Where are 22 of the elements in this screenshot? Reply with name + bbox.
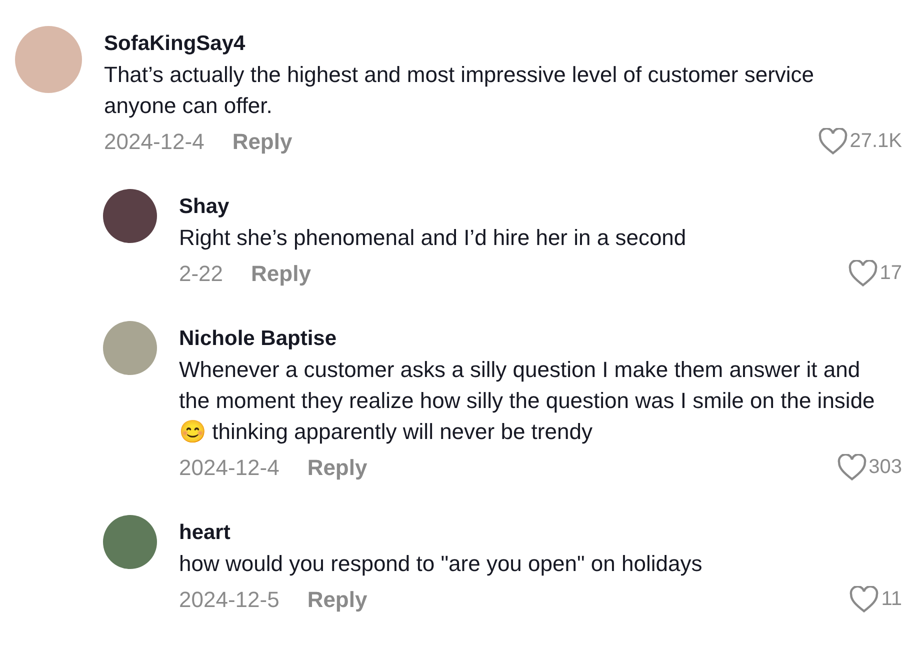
avatar[interactable] <box>103 515 157 569</box>
username[interactable]: heart <box>179 518 902 548</box>
comment-date: 2024-12-4 <box>179 454 280 482</box>
comment-text: Right she’s phenomenal and I’d hire her in a second <box>179 224 688 252</box>
avatar[interactable] <box>103 189 157 243</box>
like-count: 17 <box>880 261 902 286</box>
like-count: 303 <box>868 455 902 480</box>
heart-icon[interactable] <box>818 128 848 154</box>
heart-icon[interactable] <box>848 260 878 286</box>
like-count: 11 <box>881 587 902 612</box>
comment-text: how would you respond to "are you open" on holidays <box>179 550 704 578</box>
like-count: 27.1K <box>850 129 902 154</box>
comment-text: Whenever a customer asks a silly question I make them answer it and the moment they realize how silly the question was I smile on the inside 😊 thinking apparently will never be trendy <box>179 356 876 446</box>
heart-icon[interactable] <box>849 586 880 612</box>
comment-date: 2024-12-5 <box>179 586 280 614</box>
comment-text: That’s actually the highest and most impressive level of customer service anyone can offer. <box>104 61 816 120</box>
username[interactable]: Shay <box>179 192 902 222</box>
username[interactable]: SofaKingSay4 <box>104 29 902 59</box>
heart-icon[interactable] <box>836 454 867 480</box>
comment-date: 2-22 <box>179 260 224 288</box>
username[interactable]: Nichole Baptise <box>179 324 902 354</box>
comment-date: 2024-12-4 <box>104 128 204 156</box>
